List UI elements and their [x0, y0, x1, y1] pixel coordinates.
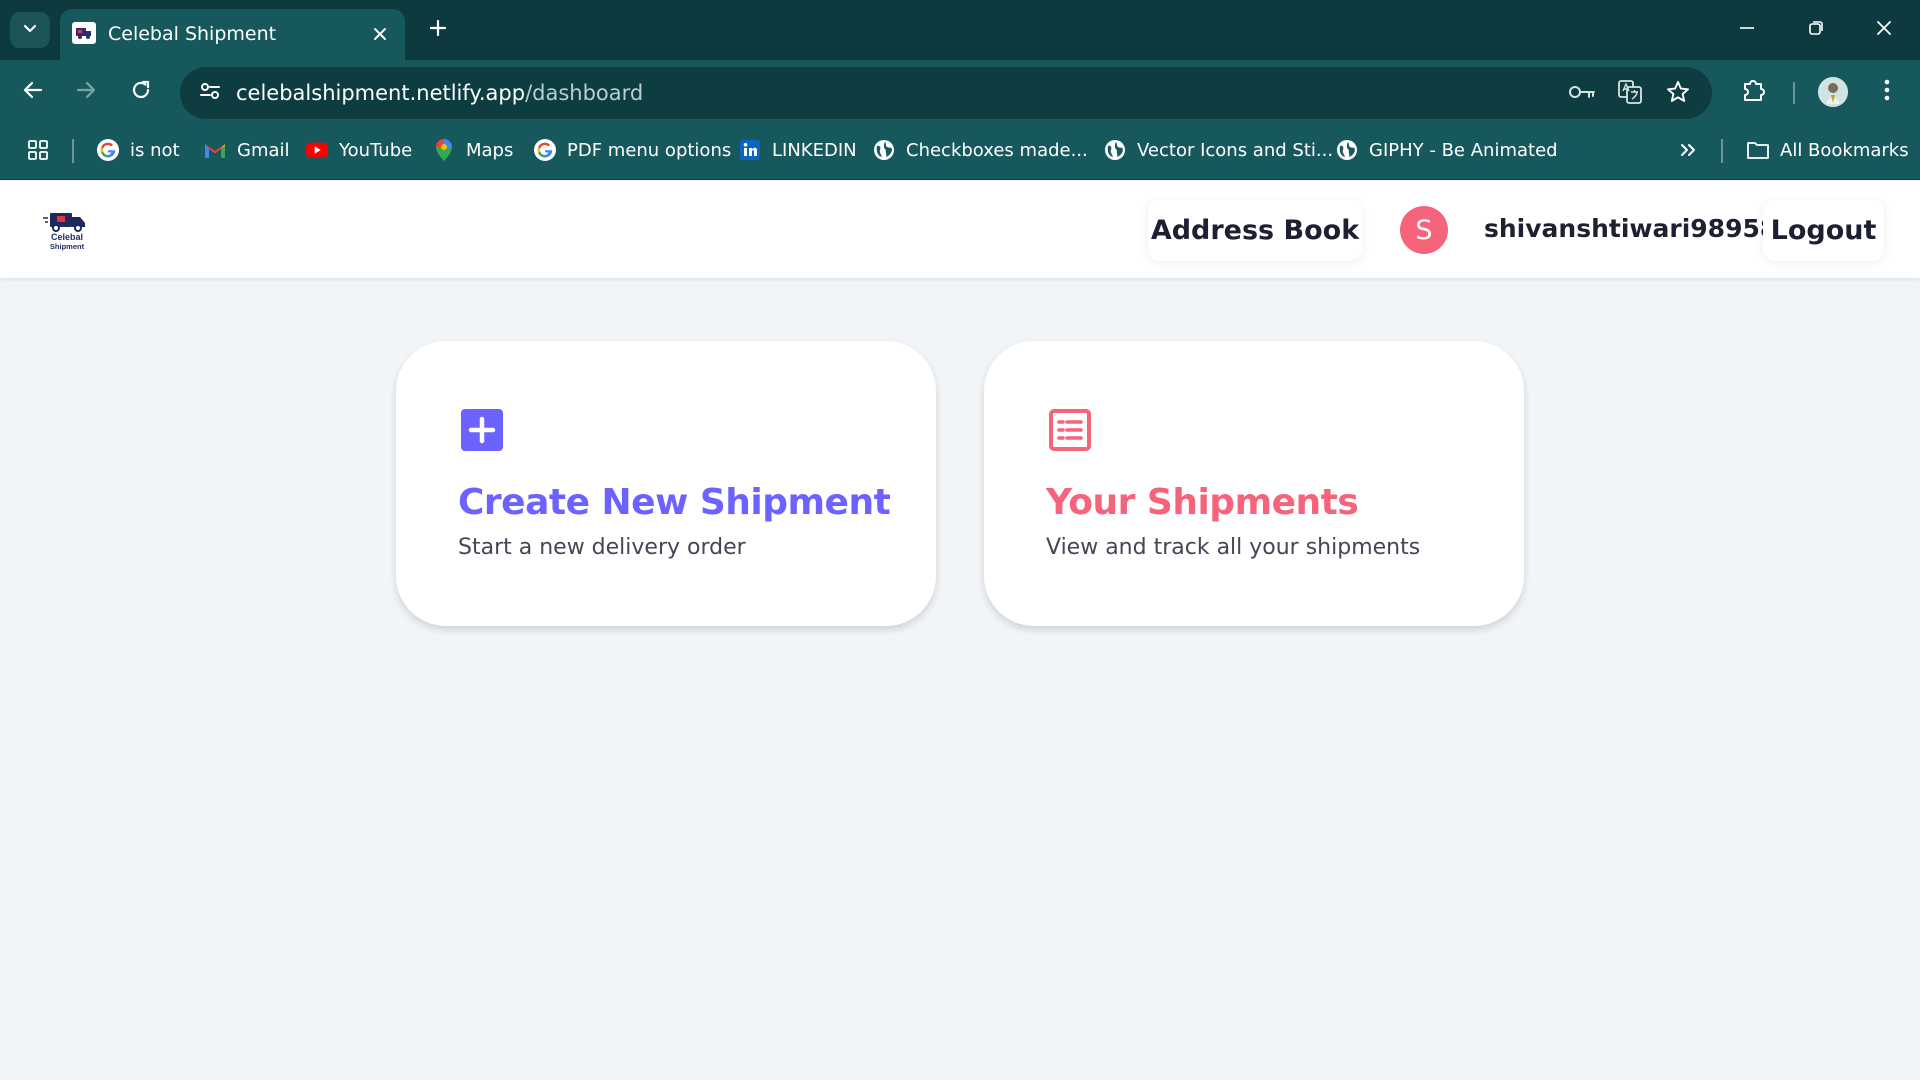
translate-button[interactable]: [1614, 78, 1646, 110]
bookmark-label: GIPHY - Be Animated: [1369, 139, 1558, 161]
more-bookmarks-button[interactable]: [1676, 136, 1700, 164]
back-button[interactable]: [15, 74, 51, 110]
bookmark-label: Checkboxes made...: [906, 139, 1088, 161]
bookmark-label: Maps: [466, 139, 514, 161]
arrow-left-icon: [22, 79, 44, 105]
minimize-icon: [1739, 20, 1755, 40]
tune-icon: [199, 81, 221, 105]
apps-button[interactable]: [26, 136, 50, 164]
all-bookmarks-label: All Bookmarks: [1780, 139, 1909, 161]
tab-search-button[interactable]: [10, 12, 50, 48]
logo-text-line2: Shipment: [50, 242, 85, 251]
bookmarks-divider: [1721, 139, 1723, 163]
chevron-down-icon: [21, 19, 39, 41]
bookmark-item[interactable]: is not: [96, 136, 180, 164]
url-text: celebalshipment.netlify.app/dashboard: [236, 80, 643, 106]
profile-avatar-icon: [1818, 77, 1848, 107]
reload-button[interactable]: [123, 74, 159, 110]
folder-icon: [1746, 138, 1770, 162]
restore-button[interactable]: [1794, 10, 1838, 50]
bookmark-item[interactable]: PDF menu options: [533, 136, 731, 164]
close-tab-icon[interactable]: [367, 21, 393, 47]
password-key-button[interactable]: [1566, 78, 1598, 110]
key-icon: [1568, 83, 1596, 105]
address-bar[interactable]: celebalshipment.netlify.app/dashboard: [180, 67, 1712, 119]
username: shivanshtiwari98958: [1484, 214, 1778, 243]
celebal-shipment-logo[interactable]: Celebal Shipment: [42, 207, 92, 255]
puzzle-icon: [1741, 77, 1767, 107]
arrow-right-icon: [75, 79, 97, 105]
bookmark-item[interactable]: Checkboxes made...: [872, 136, 1088, 164]
browser-titlebar: Celebal Shipment: [0, 0, 1920, 60]
bookmark-label: LINKEDIN: [772, 139, 857, 161]
browser-menu-button[interactable]: [1869, 74, 1905, 110]
user-avatar: S: [1400, 206, 1448, 254]
forward-button[interactable]: [68, 74, 104, 110]
card-title: Your Shipments: [1046, 482, 1359, 523]
maps-icon: [432, 138, 456, 162]
url-host: celebalshipment.netlify.app: [236, 81, 526, 105]
app-header: Celebal Shipment Address Book S shivansh…: [0, 181, 1920, 278]
close-window-button[interactable]: [1862, 10, 1906, 50]
tab-title: Celebal Shipment: [108, 23, 277, 45]
chevron-double-right-icon: [1676, 138, 1700, 162]
more-vertical-icon: [1884, 79, 1890, 105]
globe-icon: [1103, 138, 1127, 162]
restore-icon: [1808, 20, 1824, 40]
bookmark-item[interactable]: GIPHY - Be Animated: [1335, 136, 1558, 164]
logo-text-line1: Celebal: [51, 232, 83, 242]
google-icon: [533, 138, 557, 162]
plus-icon: [428, 18, 448, 42]
extensions-button[interactable]: [1736, 74, 1772, 110]
reload-icon: [130, 79, 152, 105]
card-subtitle: View and track all your shipments: [1046, 535, 1421, 560]
gmail-icon: [203, 138, 227, 162]
bookmark-star-button[interactable]: [1662, 78, 1694, 110]
google-icon: [96, 138, 120, 162]
card-title: Create New Shipment: [458, 482, 891, 523]
truck-favicon-icon: [72, 22, 96, 44]
translate-icon: [1617, 79, 1643, 109]
bookmarks-bar: is not Gmail YouTube Maps PDF menu optio…: [0, 122, 1920, 180]
bookmark-item[interactable]: Gmail: [203, 136, 290, 164]
plus-square-icon: [460, 408, 504, 452]
site-info-button[interactable]: [192, 76, 228, 110]
bookmark-label: YouTube: [339, 139, 413, 161]
bookmark-label: Vector Icons and Sti...: [1137, 139, 1334, 161]
youtube-icon: [305, 138, 329, 162]
all-bookmarks-button[interactable]: All Bookmarks: [1746, 136, 1909, 164]
apps-grid-icon: [26, 138, 50, 162]
bookmark-item[interactable]: Vector Icons and Sti...: [1103, 136, 1333, 164]
bookmark-label: Gmail: [237, 139, 290, 161]
bookmark-item[interactable]: YouTube: [305, 136, 412, 164]
globe-icon: [1335, 138, 1359, 162]
browser-toolbar: celebalshipment.netlify.app/dashboard: [0, 60, 1920, 122]
close-icon: [1876, 20, 1892, 40]
new-tab-button[interactable]: [422, 12, 454, 48]
list-icon: [1048, 408, 1092, 452]
url-path: /dashboard: [525, 81, 644, 105]
profile-button[interactable]: [1815, 74, 1851, 110]
linkedin-icon: [738, 138, 762, 162]
logout-button[interactable]: Logout: [1763, 199, 1884, 261]
address-book-button[interactable]: Address Book: [1148, 199, 1362, 261]
bookmark-label: PDF menu options: [567, 139, 732, 161]
bookmarks-divider: [72, 139, 74, 163]
create-shipment-card[interactable]: Create New Shipment Start a new delivery…: [396, 341, 936, 626]
bookmark-label: is not: [130, 139, 180, 161]
minimize-button[interactable]: [1725, 10, 1769, 50]
bookmark-item[interactable]: LINKEDIN: [738, 136, 857, 164]
toolbar-divider: [1793, 82, 1795, 104]
bookmark-item[interactable]: Maps: [432, 136, 513, 164]
globe-icon: [872, 138, 896, 162]
your-shipments-card[interactable]: Your Shipments View and track all your s…: [984, 341, 1524, 626]
card-subtitle: Start a new delivery order: [458, 535, 746, 560]
star-icon: [1666, 80, 1690, 108]
browser-tab-active[interactable]: Celebal Shipment: [60, 9, 405, 60]
